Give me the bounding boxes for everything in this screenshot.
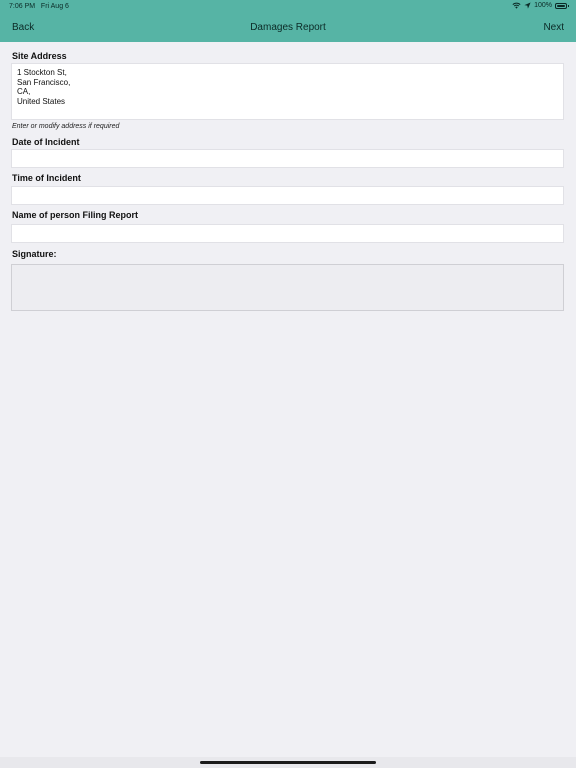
- battery-icon: [555, 2, 569, 9]
- nav-row: Back Damages Report Next: [0, 18, 576, 38]
- time-of-incident-input[interactable]: [12, 189, 563, 206]
- signature-label: Signature:: [12, 249, 57, 259]
- time-of-incident-field[interactable]: [11, 186, 564, 206]
- home-indicator[interactable]: [200, 761, 376, 764]
- site-address-label: Site Address: [12, 51, 67, 61]
- page-title: Damages Report: [250, 22, 326, 33]
- site-address-field[interactable]: 1 Stockton St, San Francisco, CA, United…: [11, 63, 564, 120]
- status-time: 7:06 PM Fri Aug 6: [9, 3, 69, 10]
- site-address-hint: Enter or modify address if required: [12, 123, 120, 130]
- navigation-bar: 7:06 PM Fri Aug 6 100% Back Damages Repo…: [0, 0, 576, 42]
- battery-fill: [557, 4, 565, 7]
- site-address-value: 1 Stockton St, San Francisco, CA, United…: [17, 68, 71, 106]
- status-time-text: 7:06 PM: [9, 3, 36, 10]
- status-date-text: Fri Aug 6: [40, 3, 69, 10]
- location-arrow-icon: [524, 2, 531, 9]
- status-bar: 7:06 PM Fri Aug 6 100%: [0, 2, 576, 14]
- status-indicators: 100%: [512, 2, 569, 9]
- date-of-incident-input[interactable]: [12, 152, 563, 169]
- back-button[interactable]: Back: [12, 22, 34, 33]
- name-filing-label: Name of person Filing Report: [12, 210, 139, 220]
- battery-percent: 100%: [534, 2, 552, 9]
- time-of-incident-label: Time of Incident: [12, 173, 81, 183]
- date-of-incident-label: Date of Incident: [12, 137, 80, 147]
- date-of-incident-field[interactable]: [11, 149, 564, 169]
- name-filing-input[interactable]: [12, 227, 563, 244]
- signature-pad[interactable]: [11, 264, 564, 311]
- next-button[interactable]: Next: [543, 22, 564, 33]
- wifi-icon: [512, 2, 521, 9]
- name-filing-field[interactable]: [11, 224, 564, 244]
